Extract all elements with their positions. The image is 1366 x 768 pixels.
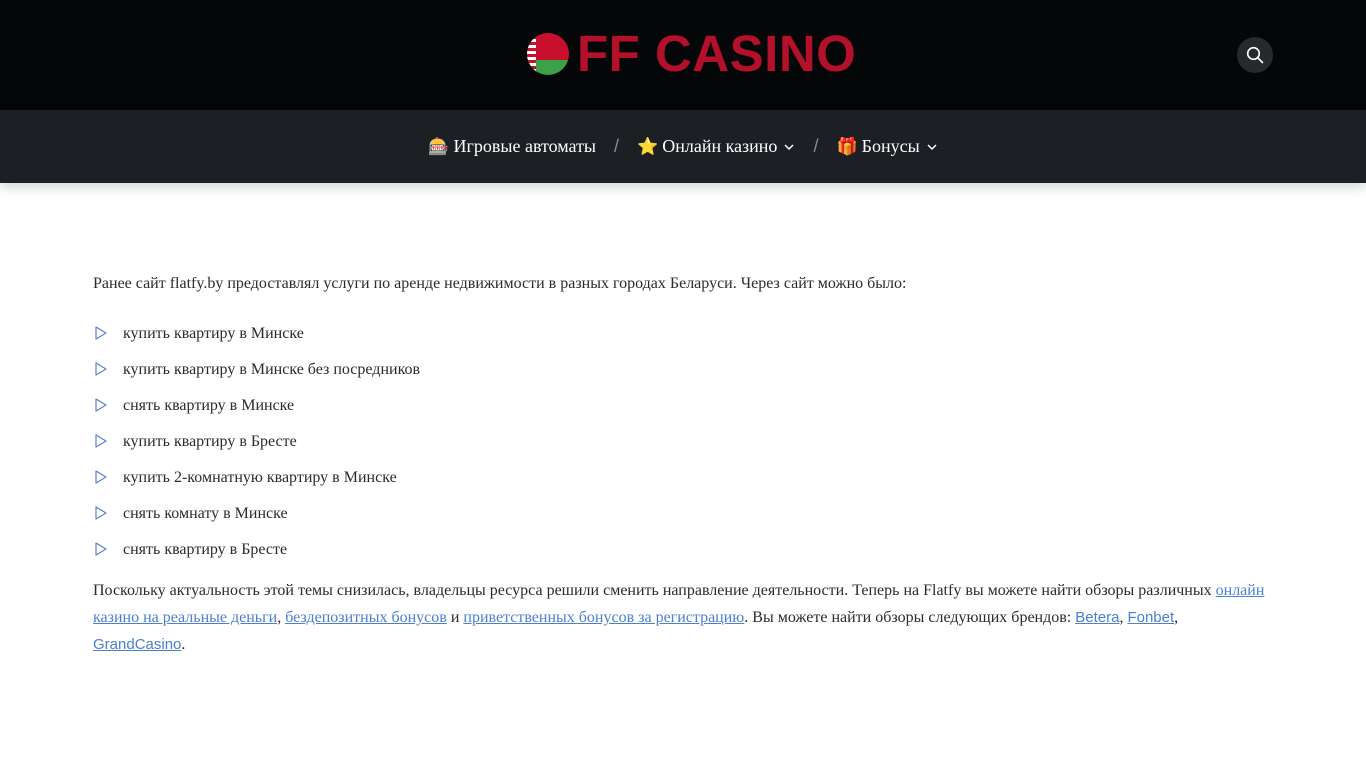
- list-item-text: снять квартиру в Минске: [123, 396, 295, 414]
- nav-separator: /: [813, 136, 819, 156]
- brand-link-grandcasino[interactable]: GrandCasino: [93, 636, 181, 653]
- play-triangle-icon: [93, 541, 109, 557]
- slot-machine-icon: 🎰: [428, 136, 450, 157]
- logo-text: FF CASINO: [577, 25, 857, 82]
- welcome-bonus-link[interactable]: приветственных бонусов за регистрацию: [463, 609, 744, 626]
- paragraph-text: Поскольку актуальность этой темы снизила…: [93, 582, 1216, 599]
- no-deposit-bonus-link[interactable]: бездепозитных бонусов: [285, 609, 447, 626]
- list-item: купить квартиру в Минске: [93, 315, 1273, 351]
- list-item-text: купить квартиру в Бресте: [123, 432, 297, 450]
- list-item-text: снять комнату в Минске: [123, 504, 288, 522]
- play-triangle-icon: [93, 361, 109, 377]
- play-triangle-icon: [93, 397, 109, 413]
- nav-item-bonuses[interactable]: 🎁 Бонусы: [836, 136, 937, 157]
- play-triangle-icon: [93, 469, 109, 485]
- play-triangle-icon: [93, 325, 109, 341]
- chevron-down-icon: [926, 141, 938, 153]
- list-item-text: купить квартиру в Минске без посредников: [123, 360, 421, 378]
- list-item-text: снять квартиру в Бресте: [123, 540, 288, 558]
- intro-paragraph: Ранее сайт flatfy.by предоставлял услуги…: [93, 275, 907, 292]
- search-icon: [1246, 46, 1264, 64]
- summary-paragraph: Поскольку актуальность этой темы снизила…: [93, 577, 1273, 658]
- paragraph-text: . Вы можете найти обзоры следующих бренд…: [744, 609, 1076, 626]
- brand-link-fonbet[interactable]: Fonbet: [1127, 609, 1174, 626]
- list-item: снять квартиру в Минске: [93, 387, 1273, 423]
- chevron-down-icon: [783, 141, 795, 153]
- brand-link-betera[interactable]: Betera: [1075, 609, 1119, 626]
- paragraph-text: .: [181, 636, 186, 653]
- play-triangle-icon: [93, 505, 109, 521]
- list-item: купить 2-комнатную квартиру в Минске: [93, 459, 1273, 495]
- list-item: снять комнату в Минске: [93, 495, 1273, 531]
- star-icon: ⭐: [637, 136, 659, 157]
- belarus-flag-icon: [527, 33, 569, 75]
- play-triangle-icon: [93, 433, 109, 449]
- top-header: FF CASINO: [0, 0, 1366, 110]
- site-logo[interactable]: FF CASINO: [527, 26, 856, 82]
- main-nav: 🎰 Игровые автоматы / ⭐ Онлайн казино / 🎁…: [0, 110, 1366, 183]
- list-item: снять квартиру в Бресте: [93, 531, 1273, 567]
- paragraph-text: и: [446, 609, 464, 626]
- paragraph-text: ,: [277, 609, 286, 626]
- nav-item-online-casino[interactable]: ⭐ Онлайн казино: [637, 136, 795, 157]
- gift-icon: 🎁: [836, 136, 858, 157]
- list-item-text: купить 2-комнатную квартиру в Минске: [123, 468, 397, 486]
- nav-item-slots[interactable]: 🎰 Игровые автоматы: [428, 136, 596, 157]
- nav-item-label: Игровые автоматы: [453, 136, 597, 156]
- nav-separator: /: [614, 136, 620, 156]
- main-navbar: 🎰 Игровые автоматы / ⭐ Онлайн казино / 🎁…: [0, 110, 1366, 183]
- list-item: купить квартиру в Минске без посредников: [93, 351, 1273, 387]
- search-button[interactable]: [1237, 37, 1273, 73]
- nav-item-label: Онлайн казино: [662, 136, 778, 156]
- list-item-text: купить квартиру в Минске: [123, 324, 304, 342]
- article-content: Ранее сайт flatfy.by предоставлял услуги…: [93, 270, 1273, 658]
- paragraph-text: ,: [1174, 609, 1179, 626]
- services-list: купить квартиру в Минске купить квартиру…: [93, 315, 1273, 567]
- nav-item-label: Бонусы: [861, 136, 920, 156]
- list-item: купить квартиру в Бресте: [93, 423, 1273, 459]
